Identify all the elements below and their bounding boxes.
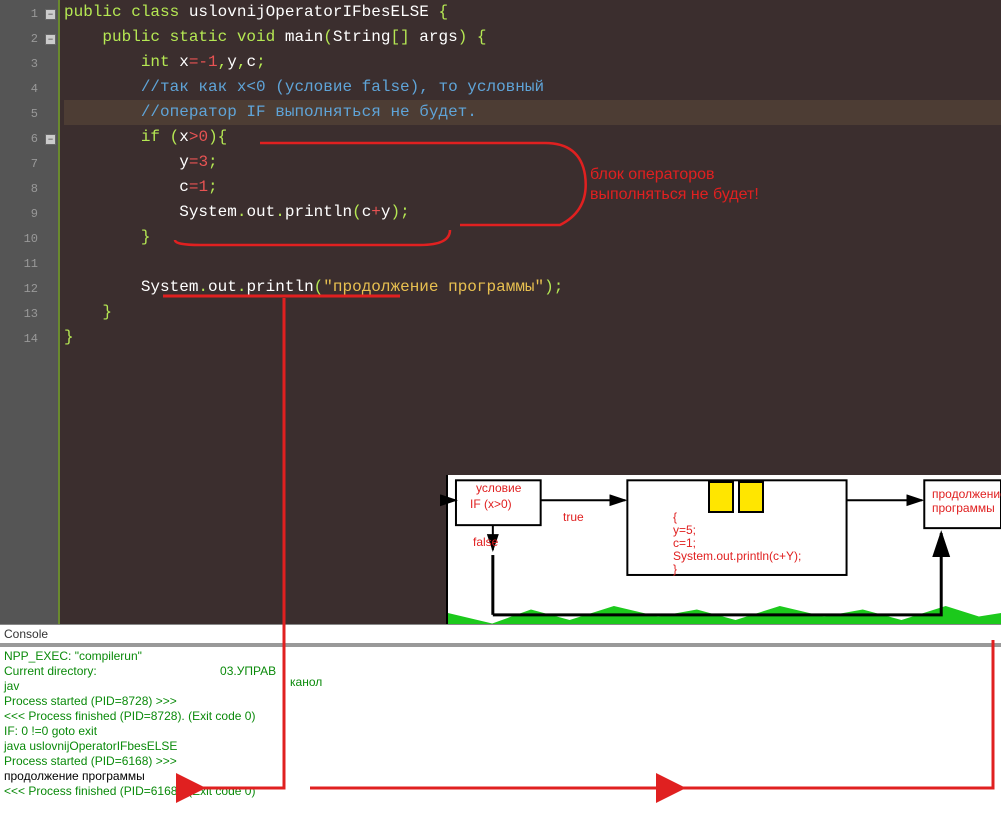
code-line[interactable]: System.out.println("продолжение программ…: [64, 275, 1001, 300]
code-line[interactable]: //оператор IF выполняться не будет.: [64, 100, 1001, 125]
gutter-ln: 7: [0, 152, 58, 177]
diagram-label: System.out.println(c+Y);: [673, 549, 801, 563]
console-line: <<< Process finished (PID=6168). (Exit c…: [4, 784, 997, 799]
code-line[interactable]: if (x>0){: [64, 125, 1001, 150]
gutter-ln: 12: [0, 277, 58, 302]
diagram-label: false: [473, 535, 498, 549]
console-line: jav: [4, 679, 997, 694]
gutter-ln: 13: [0, 302, 58, 327]
gutter-ln: 5: [0, 102, 58, 127]
code-line[interactable]: public class uslovnijOperatorIFbesELSE {: [64, 0, 1001, 25]
diagram-label: условие: [476, 481, 521, 495]
code-line[interactable]: System.out.println(c+y);: [64, 200, 1001, 225]
code-line[interactable]: }: [64, 300, 1001, 325]
console-output-line: продолжение программы: [4, 769, 997, 784]
gutter-ln: 8: [0, 177, 58, 202]
gutter-ln: 9: [0, 202, 58, 227]
console-line: Process started (PID=8728) >>>: [4, 694, 997, 709]
console-output[interactable]: NPP_EXEC: "compilerun" Current directory…: [0, 647, 1001, 801]
gutter-ln: 11: [0, 252, 58, 277]
gutter-ln: 2−: [0, 27, 58, 52]
yellow-block: [738, 481, 764, 513]
fold-icon[interactable]: −: [45, 9, 56, 20]
console-line: <<< Process finished (PID=8728). (Exit c…: [4, 709, 997, 724]
code-line[interactable]: //так как x<0 (условие false), то условн…: [64, 75, 1001, 100]
gutter-ln: 10: [0, 227, 58, 252]
diagram-label: }: [673, 562, 677, 576]
code-line[interactable]: int x=-1,y,c;: [64, 50, 1001, 75]
console-line: Current directory: 03.УПРАВ: [4, 664, 997, 679]
console-title: Console: [0, 625, 1001, 647]
gutter-ln: 4: [0, 77, 58, 102]
console-line: NPP_EXEC: "compilerun": [4, 649, 997, 664]
console-line: IF: 0 !=0 goto exit: [4, 724, 997, 739]
line-gutter: 1− 2− 3 4 5 6− 7 8 9 10 11 12 13 14: [0, 0, 60, 624]
console-panel: Console NPP_EXEC: "compilerun" Current d…: [0, 624, 1001, 821]
fold-icon[interactable]: −: [45, 134, 56, 145]
gutter-ln: 3: [0, 52, 58, 77]
diagram-label: true: [563, 510, 584, 524]
gutter-ln: 6−: [0, 127, 58, 152]
console-line: Process started (PID=6168) >>>: [4, 754, 997, 769]
code-line[interactable]: public static void main(String[] args) {: [64, 25, 1001, 50]
diagram-label: IF (x>0): [470, 497, 512, 511]
code-line[interactable]: [64, 250, 1001, 275]
console-line: канол: [290, 675, 322, 690]
yellow-block: [708, 481, 734, 513]
code-line[interactable]: y=3;: [64, 150, 1001, 175]
gutter-ln: 14: [0, 327, 58, 352]
diagram-label: продолжение: [932, 487, 1001, 501]
console-line: java uslovnijOperatorIFbesELSE: [4, 739, 997, 754]
code-line[interactable]: c=1;: [64, 175, 1001, 200]
diagram-label: c=1;: [673, 536, 696, 550]
diagram-label: y=5;: [673, 523, 696, 537]
code-line[interactable]: }: [64, 225, 1001, 250]
code-line[interactable]: }: [64, 325, 1001, 350]
diagram-label: {: [673, 510, 677, 524]
diagram-label: программы: [932, 501, 995, 515]
fold-icon[interactable]: −: [45, 34, 56, 45]
gutter-ln: 1−: [0, 2, 58, 27]
